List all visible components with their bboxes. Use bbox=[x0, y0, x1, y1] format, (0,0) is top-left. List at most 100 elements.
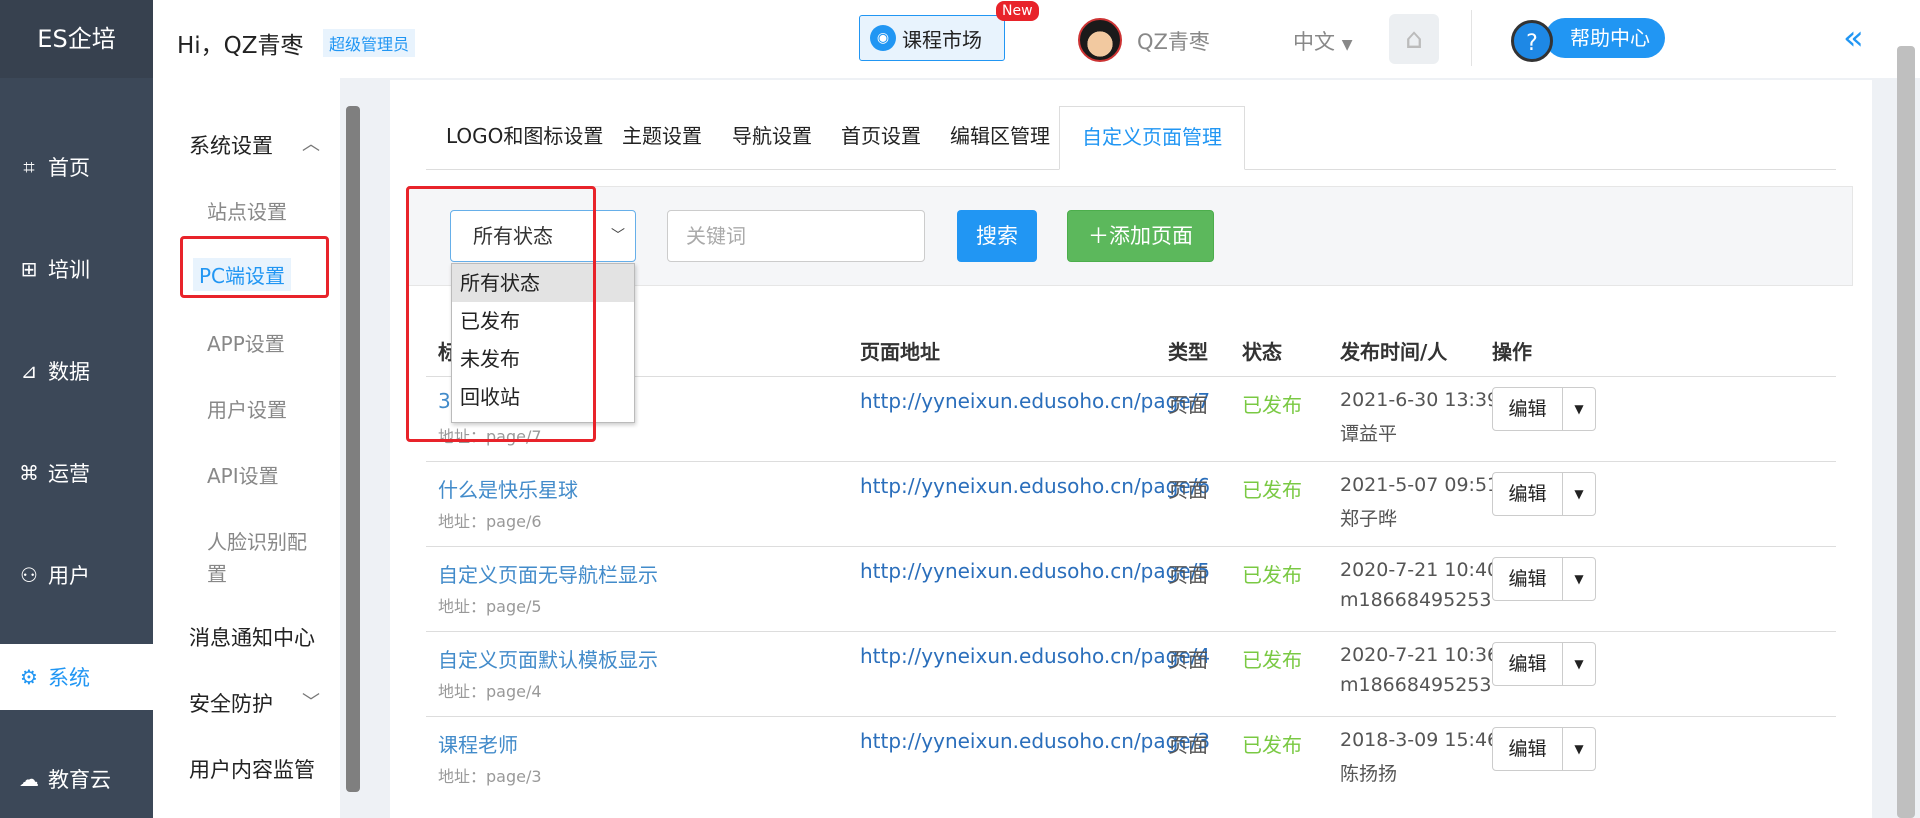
submenu-item-face[interactable]: 人脸识别配置 bbox=[207, 526, 319, 590]
submenu-item-app[interactable]: APP设置 bbox=[207, 328, 285, 357]
status-badge: 已发布 bbox=[1242, 478, 1302, 502]
page-url-link[interactable]: http://yyneixun.edusoho.cn/page/5 bbox=[860, 559, 1210, 583]
caret-down-icon[interactable]: ▼ bbox=[1563, 388, 1595, 430]
submenu-item-site[interactable]: 站点设置 bbox=[207, 196, 287, 225]
settings-submenu: 系统设置 ︿ 站点设置 PC端设置 APP设置 用户设置 API设置 人脸识别配… bbox=[153, 78, 340, 818]
settings-tabs: LOGO和图标设置 主题设置 导航设置 首页设置 编辑区管理 自定义页面管理 bbox=[426, 106, 1836, 170]
table-row: 自定义页面无导航栏显示 地址：page/5 http://yyneixun.ed… bbox=[426, 546, 1836, 631]
course-market-button[interactable]: ◉ 课程市场 bbox=[859, 15, 1005, 61]
tab-logo[interactable]: LOGO和图标设置 bbox=[446, 106, 603, 170]
nav-item-operation[interactable]: ⌘ 运营 bbox=[0, 440, 153, 506]
edit-button[interactable]: 编辑 bbox=[1493, 388, 1563, 430]
edit-button-group: 编辑 ▼ bbox=[1492, 472, 1596, 516]
submenu-group-notify[interactable]: 消息通知中心 bbox=[189, 622, 315, 652]
group-label: 安全防护 bbox=[189, 692, 273, 716]
divider bbox=[1471, 10, 1472, 66]
add-page-button[interactable]: ＋添加页面 bbox=[1067, 210, 1214, 262]
submenu-group-system-settings[interactable]: 系统设置 ︿ bbox=[189, 130, 320, 160]
edit-button[interactable]: 编辑 bbox=[1493, 728, 1563, 770]
publisher: 陈扬扬 bbox=[1340, 763, 1398, 785]
page-address: 地址：page/6 bbox=[438, 512, 542, 531]
page-url-link[interactable]: http://yyneixun.edusoho.cn/page/7 bbox=[860, 389, 1210, 413]
chevron-up-icon: ︿ bbox=[302, 134, 320, 155]
nav-label: 教育云 bbox=[48, 768, 111, 792]
nav-item-edu-cloud[interactable]: ☁ 教育云 bbox=[0, 746, 153, 812]
page-address: 地址：page/4 bbox=[438, 682, 542, 701]
avatar[interactable] bbox=[1078, 18, 1122, 62]
page-url-link[interactable]: http://yyneixun.edusoho.cn/page/3 bbox=[860, 729, 1210, 753]
caret-down-icon: ▼ bbox=[1341, 37, 1353, 53]
edit-button-group: 编辑 ▼ bbox=[1492, 557, 1596, 601]
language-select[interactable]: 中文 ▼ bbox=[1293, 26, 1352, 56]
submenu-group-security[interactable]: 安全防护 ﹀ bbox=[189, 688, 320, 718]
edit-button-group: 编辑 ▼ bbox=[1492, 727, 1596, 771]
highlight-box bbox=[406, 186, 596, 442]
nav-item-home[interactable]: ⌗ 首页 bbox=[0, 134, 153, 200]
table-row: 3 地址：page/7 http://yyneixun.edusoho.cn/p… bbox=[426, 376, 1836, 461]
tab-navigation[interactable]: 导航设置 bbox=[732, 106, 812, 170]
brand-logo[interactable]: ES企培 bbox=[0, 0, 153, 78]
column-header-time: 发布时间/人 bbox=[1340, 340, 1448, 364]
edit-button[interactable]: 编辑 bbox=[1493, 558, 1563, 600]
publisher: m18668495253 bbox=[1340, 674, 1492, 696]
search-button[interactable]: 搜索 bbox=[957, 210, 1037, 262]
page-type: 页面 bbox=[1168, 478, 1208, 502]
column-header-action: 操作 bbox=[1492, 340, 1532, 364]
chevron-down-icon: ﹀ bbox=[611, 228, 625, 244]
edit-button[interactable]: 编辑 bbox=[1493, 643, 1563, 685]
main-panel: LOGO和图标设置 主题设置 导航设置 首页设置 编辑区管理 自定义页面管理 所… bbox=[390, 80, 1872, 818]
data-icon: ⊿ bbox=[20, 359, 38, 383]
gear-icon: ⚙ bbox=[20, 665, 38, 689]
shop-icon: ◉ bbox=[870, 25, 896, 51]
page-url-link[interactable]: http://yyneixun.edusoho.cn/page/6 bbox=[860, 474, 1210, 498]
page-title-link[interactable]: 自定义页面无导航栏显示 bbox=[438, 559, 658, 588]
nav-item-training[interactable]: ⊞ 培训 bbox=[0, 236, 153, 302]
language-label: 中文 bbox=[1293, 30, 1335, 54]
page-type: 页面 bbox=[1168, 393, 1208, 417]
nav-item-user[interactable]: ⚇ 用户 bbox=[0, 542, 153, 608]
submenu-item-api[interactable]: API设置 bbox=[207, 460, 279, 489]
nav-label: 运营 bbox=[48, 462, 90, 486]
username[interactable]: QZ青枣 bbox=[1137, 26, 1210, 56]
page-title-link[interactable]: 课程老师 bbox=[438, 729, 518, 758]
page-url-link[interactable]: http://yyneixun.edusoho.cn/page/4 bbox=[860, 644, 1210, 668]
question-icon[interactable]: ? bbox=[1511, 20, 1553, 62]
keyword-input[interactable]: 关键词 bbox=[667, 210, 925, 262]
submenu-item-user[interactable]: 用户设置 bbox=[207, 394, 287, 423]
tab-edit-area[interactable]: 编辑区管理 bbox=[950, 106, 1050, 170]
submenu-scrollbar[interactable] bbox=[346, 106, 360, 792]
column-header-type: 类型 bbox=[1168, 340, 1208, 364]
highlight-box bbox=[180, 236, 329, 298]
home-icon[interactable]: ⌂ bbox=[1389, 14, 1439, 64]
caret-down-icon[interactable]: ▼ bbox=[1563, 728, 1595, 770]
operation-icon: ⌘ bbox=[19, 461, 39, 485]
top-header: Hi，QZ青枣 超级管理员 ◉ 课程市场 New QZ青枣 中文 ▼ ⌂ 帮助中… bbox=[153, 0, 1920, 78]
nav-item-data[interactable]: ⊿ 数据 bbox=[0, 338, 153, 404]
tab-custom-pages[interactable]: 自定义页面管理 bbox=[1059, 106, 1245, 170]
cloud-icon: ☁ bbox=[19, 767, 39, 791]
column-header-url: 页面地址 bbox=[860, 340, 940, 364]
submenu-group-content-monitor[interactable]: 用户内容监管 bbox=[189, 754, 315, 784]
publisher: 谭益平 bbox=[1340, 423, 1398, 445]
publish-time: 2021-6-30 13:39 bbox=[1340, 389, 1500, 411]
nav-label: 系统 bbox=[48, 666, 90, 690]
table-row: 什么是快乐星球 地址：page/6 http://yyneixun.edusoh… bbox=[426, 461, 1836, 546]
edit-button[interactable]: 编辑 bbox=[1493, 473, 1563, 515]
tab-homepage[interactable]: 首页设置 bbox=[841, 106, 921, 170]
page-address: 地址：page/5 bbox=[438, 597, 542, 616]
publish-time: 2020-7-21 10:40 bbox=[1340, 559, 1500, 581]
group-label: 系统设置 bbox=[189, 134, 273, 158]
nav-label: 数据 bbox=[48, 360, 90, 384]
caret-down-icon[interactable]: ▼ bbox=[1563, 473, 1595, 515]
market-label: 课程市场 bbox=[902, 27, 982, 52]
chevron-down-icon: ﹀ bbox=[302, 692, 320, 713]
tab-theme[interactable]: 主题设置 bbox=[622, 106, 702, 170]
help-center-button[interactable]: 帮助中心 bbox=[1545, 18, 1665, 58]
nav-item-system[interactable]: ⚙ 系统 bbox=[0, 644, 153, 710]
collapse-icon[interactable]: « bbox=[1843, 18, 1864, 58]
caret-down-icon[interactable]: ▼ bbox=[1563, 643, 1595, 685]
caret-down-icon[interactable]: ▼ bbox=[1563, 558, 1595, 600]
page-title-link[interactable]: 自定义页面默认模板显示 bbox=[438, 644, 658, 673]
page-title-link[interactable]: 什么是快乐星球 bbox=[438, 474, 578, 503]
page-scrollbar[interactable] bbox=[1897, 46, 1915, 818]
